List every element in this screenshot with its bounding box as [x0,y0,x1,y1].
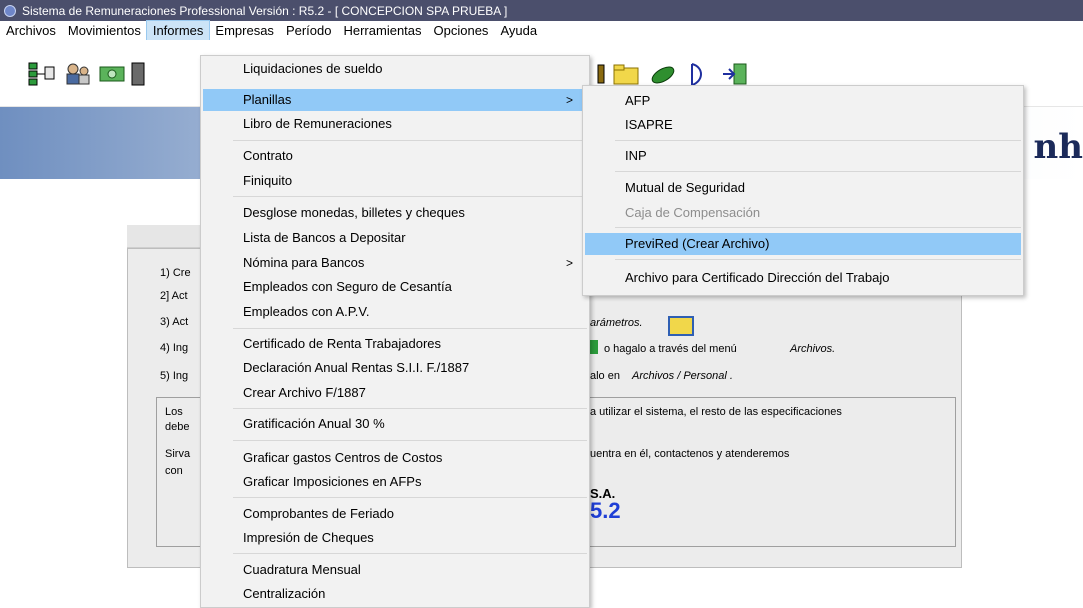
submenu-arrow-icon: > [565,256,573,270]
info-text-2: uentra en él, contactenos y atenderemos [590,448,790,460]
step-3-text: arámetros. [590,317,643,329]
people-icon[interactable] [62,58,94,90]
submenu-arrow-icon: > [565,93,573,107]
menu-item-declaracion-anual[interactable]: Declaración Anual Rentas S.I.I. F./1887 [203,357,587,379]
menu-item-cuadratura[interactable]: Cuadratura Mensual [203,559,587,581]
informes-menu: Liquidaciones de sueldo Planillas > Libro… [200,55,590,608]
banner-text: nh [1033,127,1083,167]
menu-item-certificado-renta[interactable]: Certificado de Renta Trabajadores [203,333,587,355]
submenu-item-caja-compensacion[interactable]: Caja de Compensación [585,202,1021,224]
submenu-item-certificado-direccion[interactable]: Archivo para Certificado Dirección del T… [585,267,1021,289]
menu-item-planillas[interactable]: Planillas > [203,89,587,111]
submenu-item-afp[interactable]: AFP [585,90,1021,112]
menu-item-graficar-centros[interactable]: Graficar gastos Centros de Costos [203,447,587,469]
parameters-icon[interactable] [668,316,694,336]
menu-ayuda[interactable]: Ayuda [494,21,543,40]
info-line-4: con [165,465,183,477]
step-5-text: alo en [590,370,620,382]
menu-separator [233,440,587,441]
info-line-1: Los [165,406,183,418]
calculator-icon[interactable] [128,58,148,90]
info-line-3: Sirva [165,448,191,460]
submenu-item-previred[interactable]: PreviRed (Crear Archivo) [585,233,1021,255]
menu-movimientos[interactable]: Movimientos [62,21,147,40]
menu-item-lista-bancos[interactable]: Lista de Bancos a Depositar [203,227,587,249]
step-3: 3) Act [160,316,189,328]
menu-separator [615,259,1021,260]
menu-separator [233,196,587,197]
menu-separator [615,171,1021,172]
menu-item-finiquito[interactable]: Finiquito [203,170,587,192]
menu-item-seguro-cesantia[interactable]: Empleados con Seguro de Cesantía [203,276,587,298]
menu-herramientas[interactable]: Herramientas [337,21,427,40]
version-number: 5.2 [590,498,621,523]
menu-item-graficar-afps[interactable]: Graficar Imposiciones en AFPs [203,471,587,493]
planillas-submenu: AFP ISAPRE INP Mutual de Seguridad Caja … [582,85,1024,296]
menu-separator [233,328,587,329]
title-bar: Sistema de Remuneraciones Professional V… [0,0,1083,21]
menu-archivos[interactable]: Archivos [0,21,62,40]
menu-informes[interactable]: Informes [145,20,211,41]
menu-item-nomina-bancos[interactable]: Nómina para Bancos > [203,252,587,274]
menu-periodo[interactable]: Período [280,21,338,40]
menu-opciones[interactable]: Opciones [428,21,495,40]
menu-item-liquidaciones[interactable]: Liquidaciones de sueldo [203,58,587,80]
menu-separator [233,408,587,409]
window-title: Sistema de Remuneraciones Professional V… [22,3,508,18]
menu-item-contrato[interactable]: Contrato [203,145,587,167]
step-2: 2] Act [160,290,188,302]
personal-icon[interactable] [590,340,598,354]
step-1: 1) Cre [160,267,191,279]
step-4-text: o hagalo a través del menú [604,343,737,355]
menu-separator [233,140,587,141]
submenu-item-inp[interactable]: INP [585,145,1021,167]
menu-empresas[interactable]: Empresas [209,21,280,40]
menu-item-centralizacion[interactable]: Centralización [203,583,587,605]
app-icon [4,4,16,17]
submenu-item-mutual[interactable]: Mutual de Seguridad [585,177,1021,199]
submenu-item-isapre[interactable]: ISAPRE [585,114,1021,136]
info-line-2: debe [165,421,190,433]
menu-bar: Archivos Movimientos Informes Empresas P… [0,20,1083,41]
step-5-menu: Archivos / Personal . [632,370,733,382]
money-icon[interactable] [96,58,128,90]
step-4: 4) Ing [160,342,189,354]
menu-item-libro-remuneraciones[interactable]: Libro de Remuneraciones [203,113,587,135]
step-4-menu: Archivos. [790,343,836,355]
info-text-1: a utilizar el sistema, el resto de las e… [590,406,842,418]
menu-separator [233,497,587,498]
menu-item-apv[interactable]: Empleados con A.P.V. [203,301,587,323]
menu-separator [615,227,1021,228]
menu-separator [233,553,587,554]
menu-separator [615,140,1021,141]
step-5: 5) Ing [160,370,189,382]
menu-item-impresion-cheques[interactable]: Impresión de Cheques [203,527,587,549]
menu-item-comprobantes-feriado[interactable]: Comprobantes de Feriado [203,503,587,525]
org-chart-icon[interactable] [26,58,58,90]
menu-item-crear-f1887[interactable]: Crear Archivo F/1887 [203,382,587,404]
menu-item-gratificacion[interactable]: Gratificación Anual 30 % [203,413,587,435]
menu-item-desglose[interactable]: Desglose monedas, billetes y cheques [203,202,587,224]
